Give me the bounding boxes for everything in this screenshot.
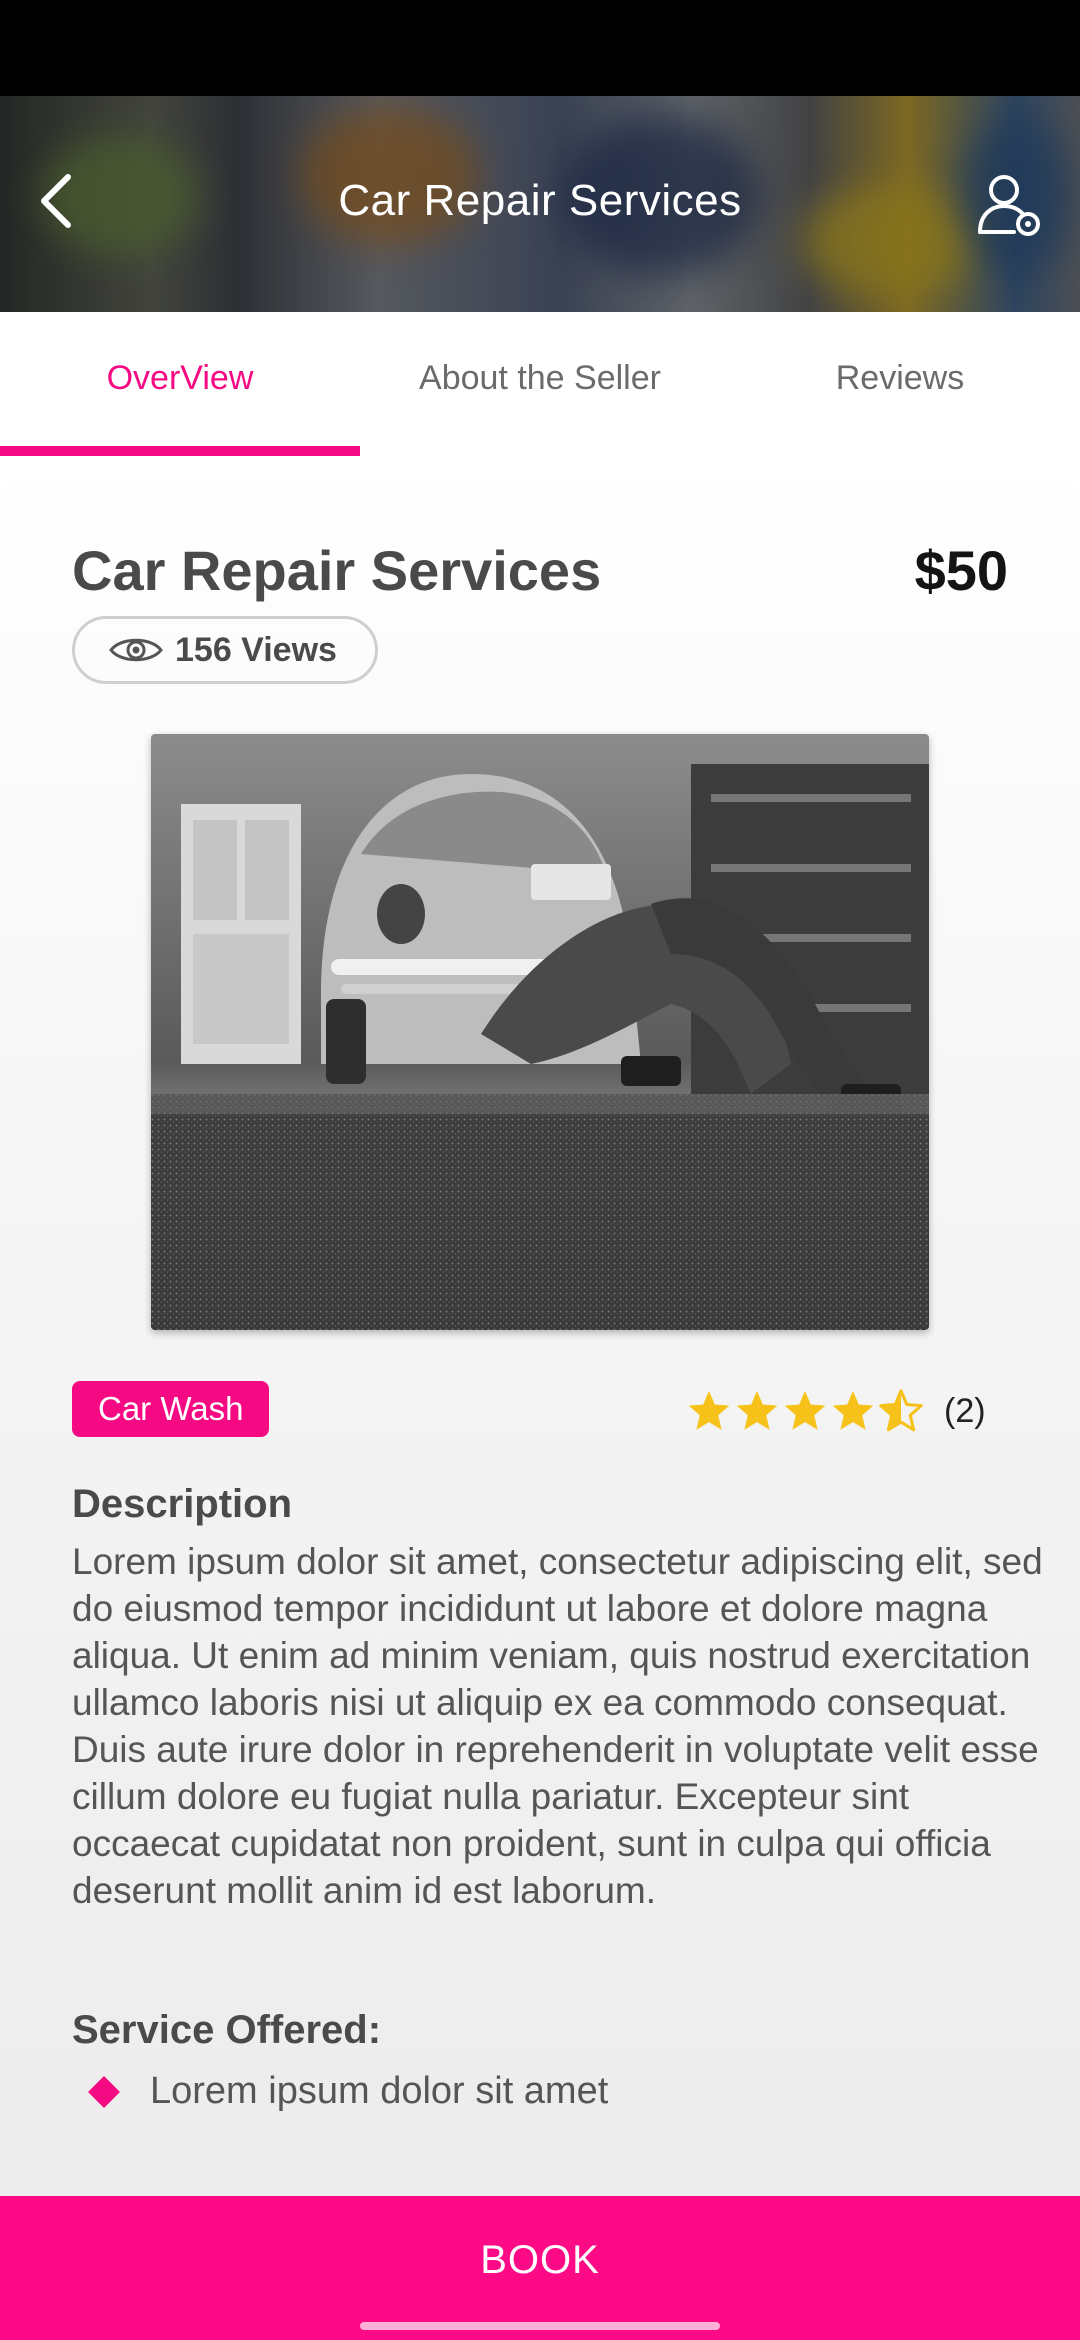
user-settings-icon [978, 175, 1040, 236]
tab-overview[interactable]: OverView [0, 312, 360, 456]
star-icon [688, 1390, 730, 1430]
profile-button[interactable] [974, 170, 1044, 240]
star-icon [784, 1390, 826, 1430]
service-image [151, 734, 929, 1330]
rating: (2) [686, 1388, 986, 1434]
star-half-icon [879, 1389, 923, 1432]
tab-reviews[interactable]: Reviews [720, 312, 1080, 456]
services-offered-heading: Service Offered: [72, 2008, 382, 2052]
diamond-icon [88, 2075, 120, 2108]
description-text: Lorem ipsum dolor sit amet, consectetur … [72, 1541, 1043, 1911]
service-price: $50 [914, 539, 1008, 602]
star-icon [832, 1390, 874, 1430]
header-banner: Car Repair Services [0, 96, 1080, 312]
status-bar [0, 0, 1080, 96]
rating-count: (2) [944, 1391, 986, 1430]
header-title: Car Repair Services [338, 176, 742, 225]
book-button[interactable]: BOOK [0, 2196, 1080, 2340]
star-icon [736, 1390, 778, 1430]
description-heading: Description [72, 1482, 293, 1526]
category-tag[interactable]: Car Wash [72, 1381, 270, 1437]
views-badge: 156 Views [72, 616, 378, 684]
service-title: Car Repair Services [72, 539, 602, 602]
car-repair-photo [151, 734, 929, 1330]
service-item-label: Lorem ipsum dolor sit amet [150, 2070, 609, 2112]
home-indicator [360, 2322, 720, 2330]
tab-bar: OverView About the Seller Reviews [0, 312, 1080, 456]
views-count: 156 Views [175, 630, 337, 669]
tab-about-seller[interactable]: About the Seller [360, 312, 720, 456]
list-item: Lorem ipsum dolor sit amet [86, 2070, 608, 2113]
eye-icon [109, 638, 163, 662]
